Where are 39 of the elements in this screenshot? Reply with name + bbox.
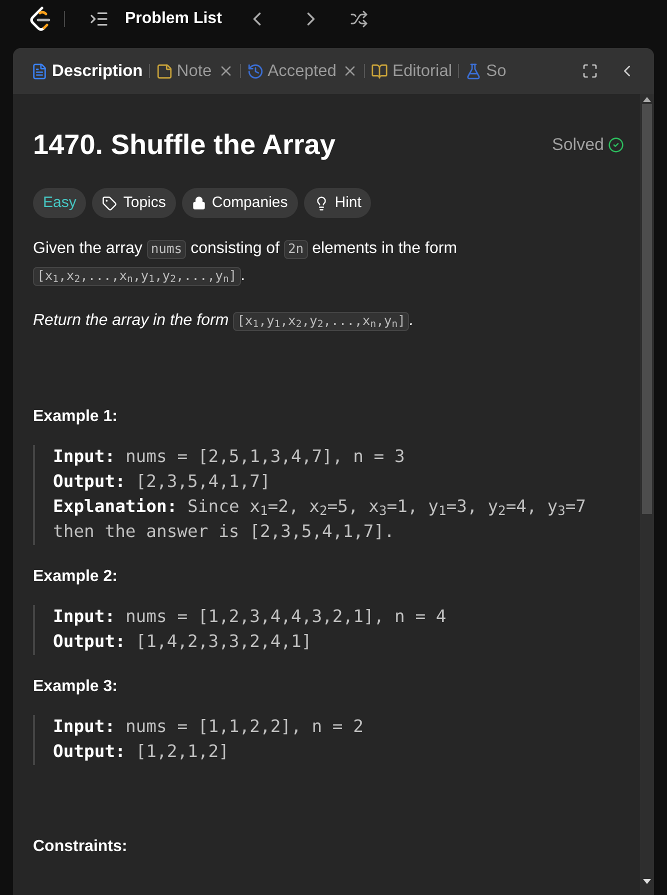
problem-list-link[interactable]: Problem List [125,7,222,31]
problem-title: 1470. Shuffle the Array [33,128,336,162]
example-heading: Example 2: [33,567,118,587]
panel-tab[interactable]: So [465,58,506,84]
panel-tab[interactable]: Note [156,58,212,84]
example-line: Input: nums = [1,2,3,4,4,3,2,1], n = 4 [53,606,448,629]
description-paragraph: Given the array nums consisting of 2n elements in the form [x$_{1}$,x$_{2}$,...,x$_{n}$,y$_{1}$,y$_{2}$,...,y$_{n}$] . [33,239,458,288]
logo-icon[interactable] [28,6,52,32]
example-line: Explanation: Since x$_{1}$=2, x$_{2}$=5, x$_{3}$=1, y$_{1}$=3, y$_{2}$=4, y$_{3}$=7 then the answer is [2,3,5,4,1,7]. [53,496,588,544]
book-icon [371,62,388,80]
example-line: Output: [1,4,2,3,3,2,4,1] [53,631,313,654]
solved-status: Solved [552,134,604,156]
document-icon [31,62,48,80]
scroll-down-icon[interactable] [643,879,651,885]
example-line: Output: [2,3,5,4,1,7] [53,471,272,494]
example-heading: Example 1: [33,407,118,427]
example-line: Output: [1,2,1,2] [53,741,230,764]
constraints-heading: Constraints: [33,837,128,857]
history-icon [246,62,264,80]
shuffle-icon[interactable] [350,10,368,28]
description-paragraph: Return the array in the form [x$_{1}$,y$_{1}$,x$_{2}$,y$_{2}$,...,x$_{n}$,y$_{n}$] . [33,311,415,333]
tag-button[interactable]: Hint [304,188,372,218]
scrollbar[interactable] [640,94,654,895]
scroll-up-icon[interactable] [643,96,651,102]
tag-icon [102,196,118,210]
panel-tab[interactable]: Editorial [371,58,452,84]
flask-icon [465,62,482,80]
note-icon [156,62,173,80]
maximize-icon[interactable] [582,63,598,79]
check-circle-icon [608,137,624,153]
example-line: Input: nums = [2,5,1,3,4,7], n = 3 [53,446,406,469]
tag-button[interactable]: Topics [92,188,176,218]
panel-tab[interactable]: Accepted [246,58,336,84]
lock-icon [192,196,206,210]
panel-tab[interactable]: Description [31,58,143,84]
example-line: Input: nums = [1,1,2,2], n = 2 [53,716,364,739]
difficulty-badge: Easy [33,188,86,218]
tag-button[interactable]: Companies [182,188,298,218]
example-heading: Example 3: [33,677,118,697]
